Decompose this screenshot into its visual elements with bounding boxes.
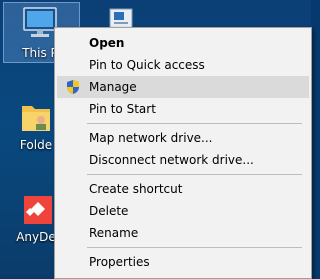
menu-item-label: Pin to Quick access [89, 58, 205, 72]
context-menu: Open Pin to Quick access Manage Pin to S… [54, 27, 312, 279]
menu-item-manage[interactable]: Manage [57, 76, 309, 98]
menu-item-label: Manage [89, 80, 137, 94]
menu-item-disconnect-network-drive[interactable]: Disconnect network drive... [57, 149, 309, 171]
menu-item-pin-quick-access[interactable]: Pin to Quick access [57, 54, 309, 76]
menu-item-label: Map network drive... [89, 131, 213, 145]
menu-item-delete[interactable]: Delete [57, 200, 309, 222]
menu-separator [87, 174, 302, 175]
anydesk-icon [24, 196, 52, 224]
menu-item-open[interactable]: Open [57, 32, 309, 54]
menu-item-label: Disconnect network drive... [89, 153, 254, 167]
menu-item-properties[interactable]: Properties [57, 251, 309, 273]
menu-item-label: Properties [89, 255, 150, 269]
menu-item-label: Delete [89, 204, 129, 218]
menu-item-label: Pin to Start [89, 102, 156, 116]
menu-item-label: Create shortcut [89, 182, 183, 196]
menu-separator [87, 247, 302, 248]
menu-separator [87, 123, 302, 124]
menu-item-create-shortcut[interactable]: Create shortcut [57, 178, 309, 200]
menu-item-label: Open [89, 36, 125, 50]
menu-item-map-network-drive[interactable]: Map network drive... [57, 127, 309, 149]
folder-icon [22, 106, 50, 131]
menu-item-pin-to-start[interactable]: Pin to Start [57, 98, 309, 120]
uac-shield-icon [67, 80, 79, 94]
menu-item-label: Rename [89, 226, 139, 240]
menu-item-rename[interactable]: Rename [57, 222, 309, 244]
